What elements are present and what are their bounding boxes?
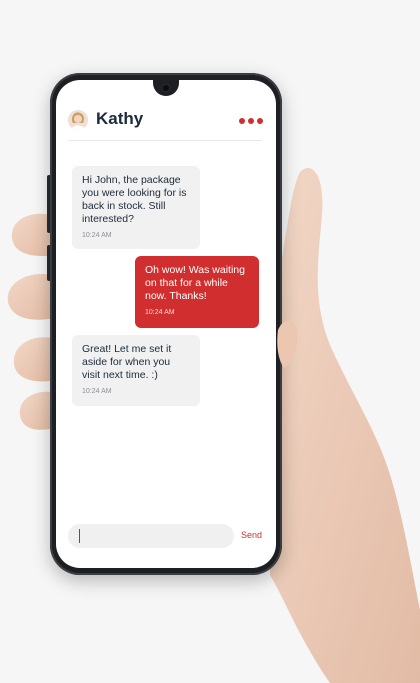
dot [239,118,245,124]
contact-name: Kathy [96,109,144,128]
chat-screen: Kathy Hi John, the package you were look… [56,80,276,568]
message-input[interactable] [68,524,234,548]
camera-notch [153,80,179,96]
more-dots-icon[interactable] [238,116,264,126]
message-time: 10:24 AM [145,309,175,316]
avatar-image [68,110,88,130]
message-text: Hi John, the package you were looking fo… [82,174,187,225]
send-button[interactable]: Send [241,530,262,540]
text-caret [79,529,80,543]
user-avatar-icon[interactable] [68,110,88,130]
dot [257,118,263,124]
message-incoming: Great! Let me set it aside for when you … [72,335,200,406]
camera-icon [161,83,171,93]
dot [248,118,254,124]
chat-header: Kathy [68,109,264,141]
message-text: Oh wow! Was waiting on that for a while … [145,264,245,302]
message-time: 10:24 AM [82,388,112,395]
message-incoming: Hi John, the package you were looking fo… [72,166,200,249]
message-time: 10:24 AM [82,232,112,239]
message-outgoing: Oh wow! Was waiting on that for a while … [135,256,259,328]
stage: Kathy Hi John, the package you were look… [0,0,420,683]
message-text: Great! Let me set it aside for when you … [82,343,172,381]
